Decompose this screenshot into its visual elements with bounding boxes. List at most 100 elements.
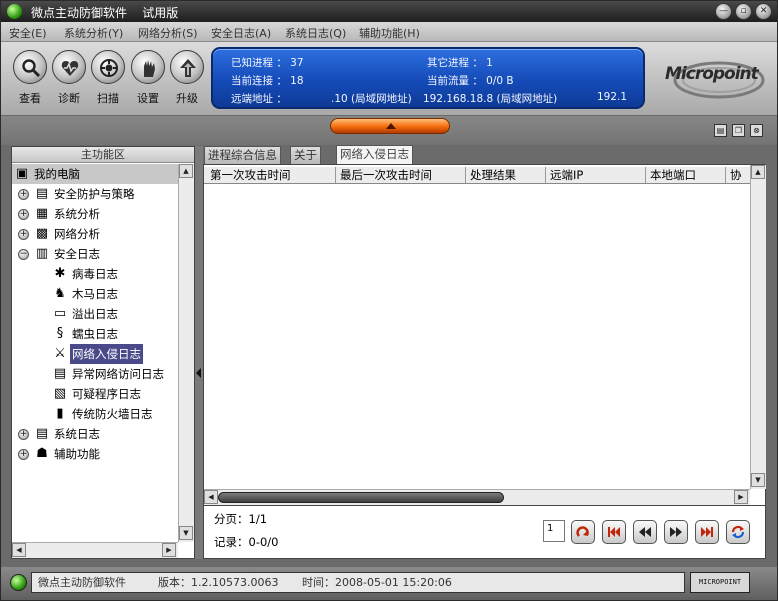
status-version: 版本：1.2.10573.0063	[158, 576, 279, 589]
col-protocol[interactable]: 协	[726, 167, 750, 183]
menu-security-log[interactable]: 安全日志(A)	[211, 25, 271, 41]
scroll-left-icon[interactable]: ◀	[12, 543, 26, 557]
menu-security[interactable]: 安全(E)	[9, 25, 47, 41]
restore-icon[interactable]: ❐	[732, 124, 745, 137]
col-remote-ip[interactable]: 远端IP	[546, 167, 646, 183]
tree-item-label: 网络入侵日志	[70, 344, 143, 364]
next-page-icon	[670, 527, 682, 537]
table-horizontal-scrollbar[interactable]: ◀ ▶	[204, 489, 750, 505]
previous-page-button[interactable]	[633, 520, 657, 544]
system-log-icon: ▤	[35, 426, 49, 441]
settings-icon	[131, 50, 165, 84]
menu-system-analysis[interactable]: 系统分析(Y)	[64, 25, 123, 41]
page-number-input[interactable]: 1	[543, 520, 565, 542]
title-bar[interactable]: 微点主动防御软件 试用版 — ▫ ✕	[1, 1, 777, 22]
trojan-log-icon: ♞	[54, 286, 66, 301]
tree-item-label: 网络分析	[54, 227, 100, 241]
scan-button[interactable]: 扫描	[88, 50, 128, 106]
tree-item-label: 辅助功能	[54, 447, 100, 461]
table-header: 第一次攻击时间 最后一次攻击时间 处理结果 远端IP 本地端口 协	[204, 167, 750, 184]
first-page-icon	[608, 527, 620, 537]
tree-horizontal-scrollbar[interactable]: ◀ ▶	[12, 542, 178, 558]
collapse-left-icon[interactable]	[196, 368, 201, 378]
table-vertical-scrollbar[interactable]: ▲ ▼	[750, 165, 766, 489]
panel-splitter[interactable]	[195, 146, 203, 559]
tab-intrusion-log[interactable]: 网络入侵日志	[336, 145, 413, 164]
intrusion-log-icon: ⚔	[54, 346, 66, 361]
menu-tools[interactable]: 辅助功能(H)	[359, 25, 420, 41]
maximize-button[interactable]: ▫	[735, 3, 752, 20]
other-process-count: 其它进程 ： 1	[427, 57, 493, 69]
settings-button[interactable]: 设置	[128, 50, 168, 106]
scroll-up-icon[interactable]: ▲	[179, 164, 193, 178]
tree-item-label: 木马日志	[72, 287, 118, 301]
tree-vertical-scrollbar[interactable]: ▲ ▼	[178, 164, 194, 542]
menu-system-log[interactable]: 系统日志(Q)	[285, 25, 346, 41]
app-window: 微点主动防御软件 试用版 — ▫ ✕ 安全(E) 系统分析(Y) 网络分析(S)…	[0, 0, 778, 601]
remote-address-1: .10 (局域网地址)	[331, 93, 412, 105]
expand-icon[interactable]: +	[18, 449, 29, 460]
tree-item-label: 安全日志	[54, 247, 100, 261]
upgrade-button[interactable]: 升级	[167, 50, 207, 106]
policy-icon: ▤	[35, 186, 49, 201]
scroll-right-icon[interactable]: ▶	[162, 543, 176, 557]
tree-item-label: 安全防护与策略	[54, 187, 135, 201]
toolbar: 查看 诊断 扫描 设置 升级 已知进程 ： 37 其它进程 ： 1 当前连接 ：…	[1, 42, 777, 116]
firewall-log-icon: ▮	[56, 406, 64, 421]
remote-address-2: 192.168.18.8 (局域网地址)	[423, 93, 558, 105]
tab-process-info[interactable]: 进程综合信息	[204, 146, 281, 164]
expand-icon[interactable]: +	[18, 189, 29, 200]
collapse-arrow-icon	[386, 123, 396, 129]
tools-icon: ☗	[36, 446, 48, 461]
view-button[interactable]: 查看	[10, 50, 50, 106]
expand-icon[interactable]: +	[18, 429, 29, 440]
col-result[interactable]: 处理结果	[466, 167, 546, 183]
scroll-down-icon[interactable]: ▼	[179, 526, 193, 540]
last-page-button[interactable]	[695, 520, 719, 544]
table-scroll-down-icon[interactable]: ▼	[751, 473, 765, 487]
function-tree: ▣ 我的电脑 + ▤ 安全防护与策略 + ▦ 系统分析 + ▩ 网络分析 − ▥ 安全日志 ✱ 病毒日志 ♞ 木马…	[12, 164, 178, 542]
table-scroll-up-icon[interactable]: ▲	[751, 165, 765, 179]
status-text-box: 微点主动防御软件 版本：1.2.10573.0063 时间：2008-05-01…	[31, 572, 685, 593]
abnormal-access-log-icon: ▤	[53, 366, 67, 381]
collapse-toolbar-button[interactable]	[330, 118, 450, 134]
col-local-port[interactable]: 本地端口	[646, 167, 726, 183]
protection-status-icon	[10, 574, 27, 591]
control-strip: ▤ ❐ ⊗	[1, 116, 777, 145]
tab-about[interactable]: 关于	[290, 146, 321, 164]
brand-logo: Micropoint	[657, 56, 773, 102]
expand-icon[interactable]: +	[18, 209, 29, 220]
remote-address-label: 远端地址 ：	[231, 93, 287, 105]
diagnose-button[interactable]: 诊断	[49, 50, 89, 106]
menu-network-analysis[interactable]: 网络分析(S)	[138, 25, 198, 41]
content-panel: 进程综合信息 关于 网络入侵日志 第一次攻击时间 最后一次攻击时间 处理结果 远…	[203, 145, 766, 559]
expand-icon[interactable]: +	[18, 229, 29, 240]
col-last-attack-time[interactable]: 最后一次攻击时间	[336, 167, 466, 183]
table-scroll-right-icon[interactable]: ▶	[734, 490, 748, 504]
tree-item-label: 传统防火墙日志	[72, 407, 153, 421]
app-icon	[7, 4, 22, 19]
tree-item-computer[interactable]: ▣ 我的电脑	[12, 164, 178, 184]
status-brand-logo: MICROPOINT	[690, 572, 750, 593]
col-first-attack-time[interactable]: 第一次攻击时间	[206, 167, 336, 183]
remote-address-3: 192.1	[597, 91, 628, 103]
next-page-button[interactable]	[664, 520, 688, 544]
panel-header: 主功能区	[12, 147, 194, 163]
status-bar: 微点主动防御软件 版本：1.2.10573.0063 时间：2008-05-01…	[1, 567, 777, 600]
intrusion-log-table: 第一次攻击时间 最后一次攻击时间 处理结果 远端IP 本地端口 协 ▲ ▼ ◀ …	[203, 164, 766, 506]
page-indicator: 分页：1/1	[214, 512, 268, 526]
layout-icon[interactable]: ▤	[714, 124, 727, 137]
minimize-button[interactable]: —	[715, 3, 732, 20]
sync-button[interactable]	[726, 520, 750, 544]
diagnose-icon	[52, 50, 86, 84]
table-scroll-thumb[interactable]	[218, 492, 504, 503]
close-panel-icon[interactable]: ⊗	[750, 124, 763, 137]
first-page-button[interactable]	[602, 520, 626, 544]
tree-item-label: 可疑程序日志	[72, 387, 141, 401]
table-scroll-left-icon[interactable]: ◀	[204, 490, 218, 504]
collapse-icon[interactable]: −	[18, 249, 29, 260]
sync-icon	[731, 525, 745, 539]
refresh-button[interactable]	[571, 520, 595, 544]
last-page-icon	[701, 527, 713, 537]
close-button[interactable]: ✕	[755, 3, 772, 20]
